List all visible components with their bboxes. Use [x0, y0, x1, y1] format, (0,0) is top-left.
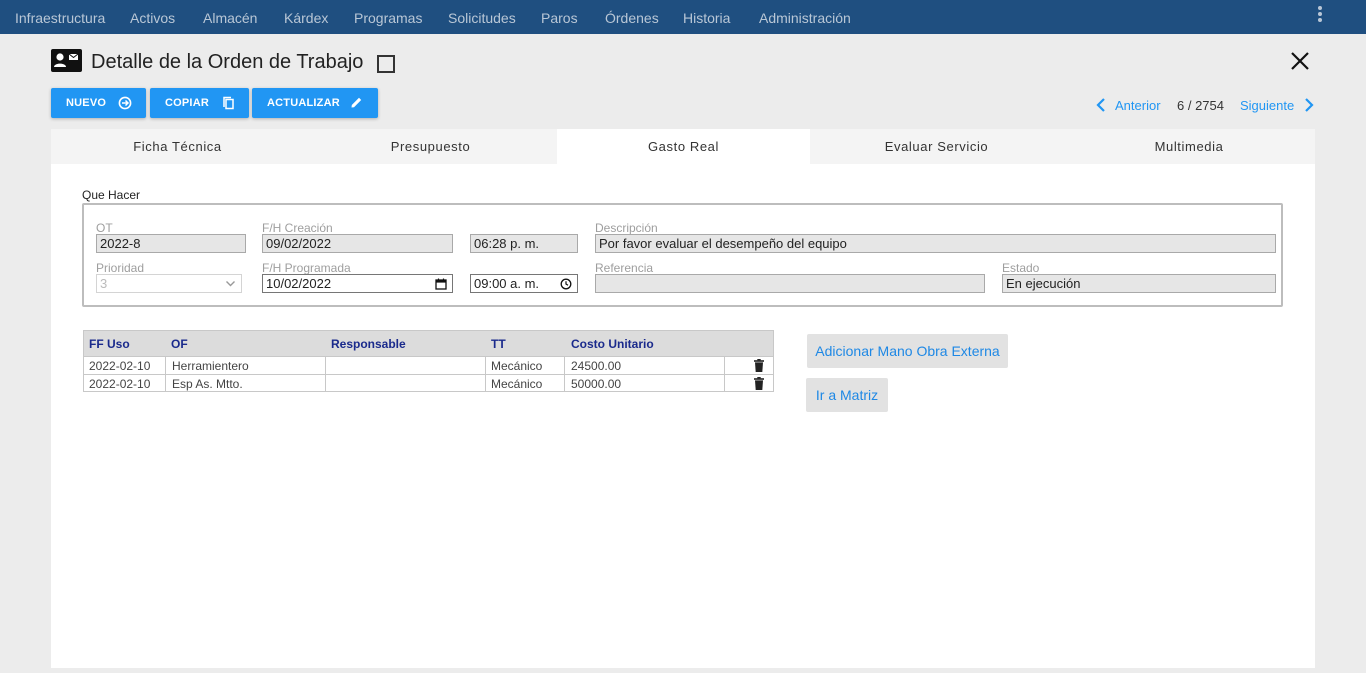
column-divider [325, 356, 326, 392]
nav-item-infraestructura[interactable]: Infraestructura [15, 10, 105, 26]
created-label: F/H Creación [262, 221, 333, 235]
add-circle-icon [118, 96, 132, 110]
checkbox-icon[interactable] [377, 55, 395, 73]
nav-item-kardex[interactable]: Kárdex [284, 10, 328, 26]
col-costo-unitario[interactable]: Costo Unitario [571, 337, 654, 351]
cell-cost: 50000.00 [571, 377, 622, 391]
chevron-down-icon [226, 281, 235, 287]
table-header: FF Uso OF Responsable TT Costo Unitario [84, 331, 773, 356]
nav-item-activos[interactable]: Activos [130, 10, 175, 26]
go-to-matrix-button[interactable]: Ir a Matriz [806, 378, 888, 412]
calendar-icon[interactable] [435, 278, 447, 290]
cell-cost: 24500.00 [571, 359, 622, 373]
tab-bar: Ficha Técnica Presupuesto Gasto Real Eva… [51, 129, 1315, 164]
next-link[interactable]: Siguiente [1240, 98, 1294, 113]
description-label: Descripción [595, 221, 658, 235]
trash-icon[interactable] [754, 359, 764, 372]
col-ff-uso[interactable]: FF Uso [89, 337, 130, 351]
priority-select[interactable]: 3 [96, 274, 242, 293]
table-row[interactable]: 2022-02-10 Herramientero Mecánico 24500.… [84, 356, 773, 374]
cell-date: 2022-02-10 [89, 377, 151, 391]
priority-label: Prioridad [96, 261, 145, 275]
col-of[interactable]: OF [171, 337, 188, 351]
copy-button-label: COPIAR [165, 97, 209, 109]
previous-link[interactable]: Anterior [1115, 98, 1161, 113]
section-label: Que Hacer [82, 188, 141, 202]
page-title: Detalle de la Orden de Trabajo [91, 51, 364, 73]
reference-field[interactable] [595, 274, 985, 293]
scheduled-date-value: 10/02/2022 [266, 276, 332, 291]
tab-evaluar-servicio[interactable]: Evaluar Servicio [810, 129, 1063, 164]
nav-item-paros[interactable]: Paros [541, 10, 578, 26]
status-field[interactable]: En ejecución [1002, 274, 1276, 293]
add-external-labor-button[interactable]: Adicionar Mano Obra Externa [807, 334, 1008, 368]
priority-value: 3 [100, 276, 108, 291]
column-divider [724, 356, 725, 392]
update-button-label: ACTUALIZAR [267, 97, 340, 109]
new-button-label: NUEVO [66, 97, 107, 109]
col-responsable[interactable]: Responsable [331, 337, 406, 351]
cell-of: Esp As. Mtto. [172, 377, 243, 391]
id-card-icon [51, 49, 82, 72]
created-date-field[interactable]: 09/02/2022 [262, 234, 453, 253]
column-divider [485, 356, 486, 392]
column-divider [564, 356, 565, 392]
reference-label: Referencia [595, 261, 654, 275]
description-field[interactable]: Por favor evaluar el desempeño del equip… [595, 234, 1276, 253]
tab-presupuesto[interactable]: Presupuesto [304, 129, 557, 164]
record-counter: 6 / 2754 [1177, 98, 1224, 113]
nav-item-ordenes[interactable]: Órdenes [605, 10, 659, 26]
more-vert-icon[interactable] [1316, 6, 1324, 24]
nav-item-programas[interactable]: Programas [354, 10, 422, 26]
chevron-right-icon[interactable] [1303, 97, 1315, 113]
cell-tt: Mecánico [491, 359, 543, 373]
scheduled-label: F/H Programada [262, 261, 351, 275]
tab-multimedia[interactable]: Multimedia [1063, 129, 1315, 164]
nav-item-historia[interactable]: Historia [683, 10, 730, 26]
status-label: Estado [1002, 261, 1040, 275]
cell-tt: Mecánico [491, 377, 543, 391]
tab-ficha-tecnica[interactable]: Ficha Técnica [51, 129, 304, 164]
cell-of: Herramientero [172, 359, 249, 373]
table-row[interactable]: 2022-02-10 Esp As. Mtto. Mecánico 50000.… [84, 374, 773, 392]
scheduled-time-input[interactable]: 09:00 a. m. [470, 274, 578, 293]
nav-item-administracion[interactable]: Administración [759, 10, 851, 26]
created-time-field[interactable]: 06:28 p. m. [470, 234, 578, 253]
ot-label: OT [96, 221, 113, 235]
tab-gasto-real[interactable]: Gasto Real [557, 129, 810, 164]
pencil-icon [351, 97, 362, 108]
nav-item-almacen[interactable]: Almacén [203, 10, 257, 26]
trash-icon[interactable] [754, 377, 764, 390]
new-button[interactable]: NUEVO [51, 88, 146, 118]
ot-field[interactable]: 2022-8 [96, 234, 246, 253]
top-nav: Infraestructura Activos Almacén Kárdex P… [0, 0, 1366, 34]
scheduled-date-input[interactable]: 10/02/2022 [262, 274, 453, 293]
labor-table: FF Uso OF Responsable TT Costo Unitario … [83, 330, 774, 392]
cell-date: 2022-02-10 [89, 359, 151, 373]
copy-icon [223, 96, 234, 110]
copy-button[interactable]: COPIAR [150, 88, 249, 118]
nav-item-solicitudes[interactable]: Solicitudes [448, 10, 516, 26]
close-icon[interactable] [1289, 50, 1311, 72]
column-divider [165, 356, 166, 392]
update-button[interactable]: ACTUALIZAR [252, 88, 378, 118]
col-tt[interactable]: TT [491, 337, 506, 351]
chevron-left-icon[interactable] [1095, 97, 1107, 113]
scheduled-time-value: 09:00 a. m. [474, 276, 540, 291]
clock-icon[interactable] [560, 278, 572, 290]
